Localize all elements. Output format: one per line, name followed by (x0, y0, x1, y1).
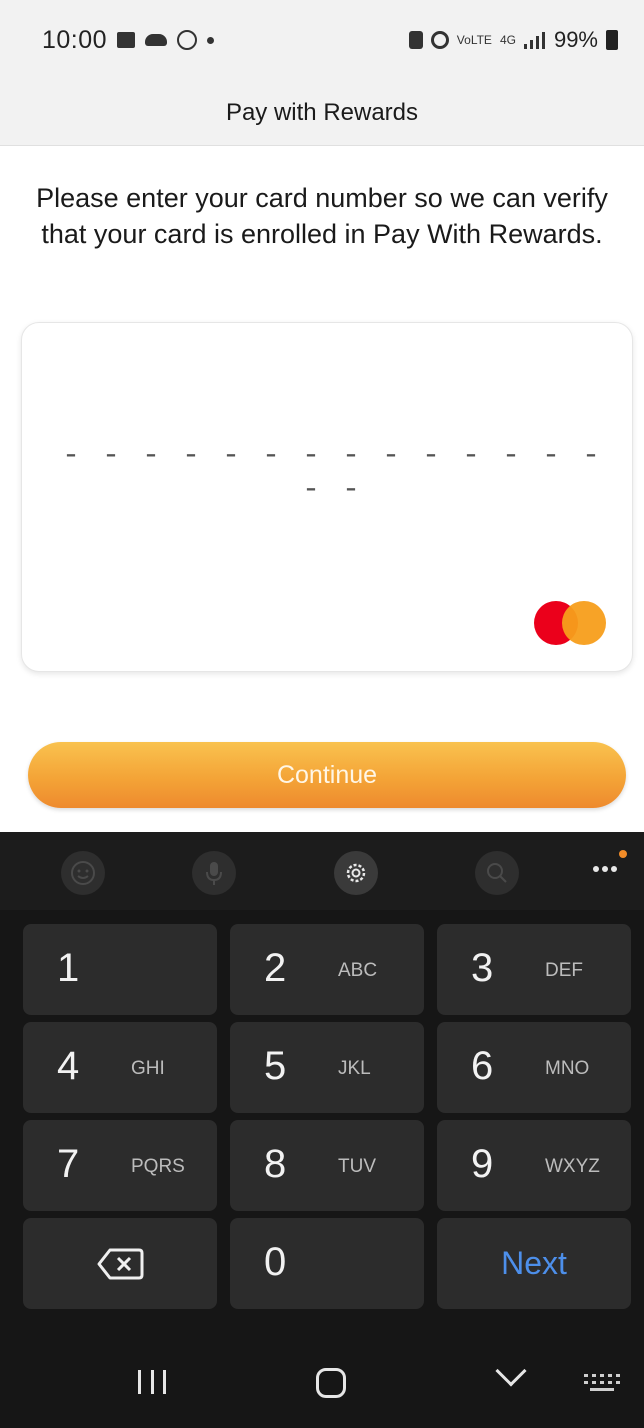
key-6[interactable]: 6 MNO (437, 1022, 631, 1113)
back-icon[interactable] (495, 1355, 527, 1387)
key-7-letters: PQRS (131, 1156, 185, 1177)
cloud-notification-icon (145, 34, 168, 46)
alarm-icon (430, 31, 449, 49)
key-6-digit: 6 (471, 1044, 494, 1088)
key-1-digit: 1 (57, 946, 80, 990)
keyboard-switch-icon[interactable] (584, 1374, 620, 1396)
status-left: 10:00 (42, 25, 215, 55)
battery-percent: 99% (553, 27, 598, 52)
system-nav-bar (0, 1338, 644, 1428)
key-0-digit: 0 (264, 1240, 287, 1284)
key-4-letters: GHI (131, 1058, 165, 1079)
network-type-label: 4G (499, 32, 516, 47)
battery-icon (606, 30, 618, 50)
card-number-placeholder: - - - - - - - - - - - - - - - - (61, 439, 603, 507)
home-icon[interactable] (316, 1368, 346, 1398)
key-2-digit: 2 (264, 946, 287, 990)
next-key-label: Next (501, 1245, 567, 1281)
key-8-digit: 8 (264, 1142, 287, 1186)
key-4[interactable]: 4 GHI (23, 1022, 217, 1113)
status-time: 10:00 (42, 25, 108, 54)
search-icon[interactable] (475, 851, 519, 895)
key-6-letters: MNO (545, 1058, 590, 1079)
key-3-digit: 3 (471, 946, 494, 990)
volte-label: VoLTE (456, 32, 492, 47)
signal-strength-icon (523, 32, 545, 49)
settings-icon[interactable] (334, 851, 378, 895)
key-5[interactable]: 5 JKL (230, 1022, 424, 1113)
more-notification-dot (619, 850, 627, 858)
instruction-text: Please enter your card number so we can … (36, 183, 608, 249)
key-8[interactable]: 8 TUV (230, 1120, 424, 1211)
mic-icon[interactable] (192, 851, 236, 895)
key-9-letters: WXYZ (545, 1156, 600, 1177)
page-title: Pay with Rewards (225, 98, 419, 126)
backspace-key[interactable] (23, 1218, 217, 1309)
key-2[interactable]: 2 ABC (230, 924, 424, 1015)
key-2-letters: ABC (338, 960, 378, 981)
more-icon[interactable] (592, 854, 618, 874)
key-0[interactable]: 0 (230, 1218, 424, 1309)
key-3[interactable]: 3 DEF (437, 924, 631, 1015)
lock-status-icon (408, 31, 423, 49)
key-3-letters: DEF (545, 960, 583, 981)
recents-icon[interactable] (138, 1370, 166, 1394)
app-header: Pay with Rewards (0, 80, 644, 146)
card-number-input[interactable]: - - - - - - - - - - - - - - - - (21, 322, 633, 672)
status-right: VoLTE 4G 99% (408, 27, 618, 53)
key-5-letters: JKL (338, 1058, 371, 1079)
key-7[interactable]: 7 PQRS (23, 1120, 217, 1211)
key-9-digit: 9 (471, 1142, 494, 1186)
key-1[interactable]: 1 (23, 924, 217, 1015)
key-5-digit: 5 (264, 1044, 287, 1088)
continue-button[interactable]: Continue (28, 742, 626, 808)
continue-button-label: Continue (276, 760, 378, 789)
whatsapp-notification-icon (177, 30, 198, 50)
key-8-letters: TUV (338, 1156, 376, 1177)
gallery-notification-icon (117, 32, 136, 48)
key-4-digit: 4 (57, 1044, 80, 1088)
key-7-digit: 7 (57, 1142, 80, 1186)
mastercard-logo-icon (534, 601, 606, 645)
more-notifications-dot-icon (207, 36, 215, 44)
status-bar: 10:00 VoLTE 4G 99% (0, 0, 644, 80)
keyboard-toolbar (0, 832, 644, 910)
emoji-icon[interactable] (61, 851, 105, 895)
key-9[interactable]: 9 WXYZ (437, 1120, 631, 1211)
next-key[interactable]: Next (437, 1218, 631, 1309)
backspace-icon (97, 1248, 144, 1279)
